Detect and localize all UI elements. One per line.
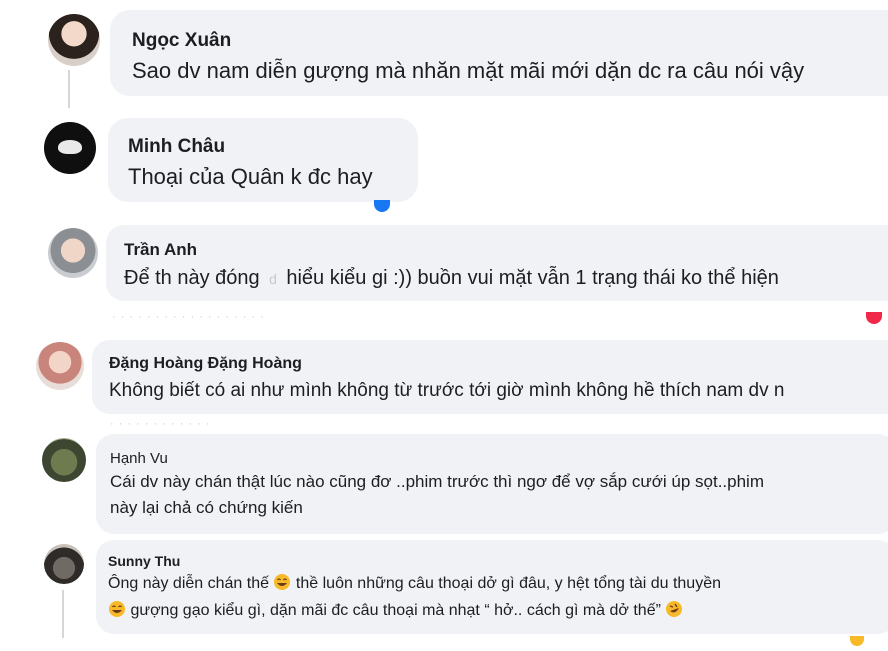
haha-reaction-icon[interactable] [850, 636, 864, 646]
lotus-icon [58, 140, 82, 154]
comment-bubble: Ngọc Xuân Sao dv nam diễn gượng mà nhăn … [110, 10, 888, 96]
laughing-emoji-icon [274, 574, 291, 590]
comment-bubble: Trần Anh Để th này đóng d hiểu kiểu gi :… [106, 225, 888, 301]
rolling-laughing-emoji-icon [666, 601, 683, 617]
comment-author[interactable]: Minh Châu [128, 136, 225, 158]
avatar[interactable] [44, 544, 84, 584]
comment-author[interactable]: Hạnh Vu [110, 450, 168, 467]
comment-text: Sao dv nam diễn gượng mà nhăn mặt mãi mớ… [132, 58, 805, 83]
comment-bubble: Đặng Hoàng Đặng Hoàng Không biết có ai n… [92, 340, 888, 414]
comment-text-line: gượng gạo kiểu gì, dặn mãi đc câu thoại … [108, 600, 683, 620]
avatar[interactable] [36, 342, 84, 390]
comment-author[interactable]: Trần Anh [124, 240, 197, 260]
comment-text: Thoại của Quân k đc hay [128, 164, 373, 189]
laughing-emoji-icon [109, 601, 125, 617]
comment-text-part: gượng gạo kiểu gì, dặn mãi đc câu thoại … [130, 602, 661, 619]
comment-text-part: thề luôn những câu thoại dở gì đâu, y hệ… [295, 575, 721, 592]
thread-line [62, 590, 64, 638]
comment-text: Không biết có ai như mình không từ trước… [109, 380, 785, 401]
thread-line [68, 70, 70, 108]
comment-bubble: Sunny Thu Ông này diễn chán thế thề luôn… [96, 540, 888, 634]
comment-actions[interactable]: · · · · · · · · · · · · · · · · · · [112, 311, 265, 323]
avatar[interactable] [48, 228, 98, 278]
comment-actions[interactable]: · · · · · · · · · · · · [110, 418, 211, 430]
comment-author[interactable]: Sunny Thu [108, 553, 180, 569]
love-reaction-icon[interactable] [866, 312, 882, 324]
comment-bubble: Hạnh Vu Cái dv này chán thật lúc nào cũn… [96, 434, 888, 534]
like-reaction-icon[interactable] [374, 200, 390, 212]
comment-text: Để th này đóng d hiểu kiểu gi :)) buồn v… [124, 267, 779, 289]
avatar[interactable] [48, 14, 100, 66]
comment-text-part: hiểu kiểu gi :)) buồn vui mặt vẫn 1 trạn… [286, 267, 779, 289]
comment-author[interactable]: Ngọc Xuân [132, 30, 231, 52]
comment-author[interactable]: Đặng Hoàng Đặng Hoàng [109, 355, 302, 373]
avatar[interactable] [42, 438, 86, 482]
comment-text-part: Ông này diễn chán thế [108, 575, 270, 592]
avatar[interactable] [44, 122, 96, 174]
comment-text-part: Để th này đóng [124, 267, 260, 289]
comment-bubble: Minh Châu Thoại của Quân k đc hay [108, 118, 418, 202]
comment-text-line: này lại chả có chứng kiến [110, 498, 303, 517]
comment-text-line: Ông này diễn chán thế thề luôn những câu… [108, 573, 721, 593]
comment-text-line: Cái dv này chán thật lúc nào cũng đơ ..p… [110, 472, 764, 491]
